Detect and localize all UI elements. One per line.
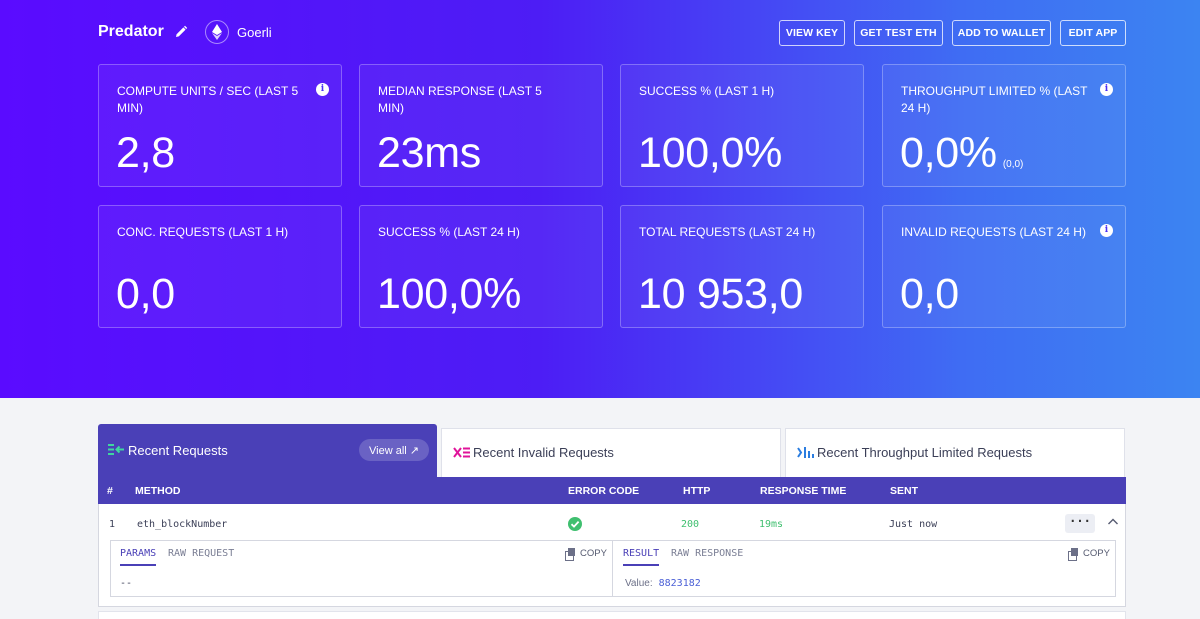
pencil-icon[interactable] bbox=[174, 25, 188, 39]
tab-label: Recent Throughput Limited Requests bbox=[817, 445, 1033, 460]
app-name: Predator bbox=[98, 23, 164, 40]
copy-response-button[interactable]: COPY bbox=[1068, 548, 1110, 561]
stat-card-throughput-limited: THROUGHPUT LIMITED % (LAST 24 H) i 0,0%(… bbox=[882, 64, 1126, 187]
recent-requests-icon bbox=[108, 444, 124, 455]
throughput-icon bbox=[797, 447, 814, 458]
stat-label: CONC. REQUESTS (LAST 1 H) bbox=[117, 225, 289, 239]
chevron-up-icon[interactable] bbox=[1107, 517, 1119, 527]
row-method: eth_blockNumber bbox=[137, 519, 228, 530]
stat-value: 2,8 bbox=[116, 129, 175, 177]
stat-label: COMPUTE UNITS / SEC (LAST 5 MIN) bbox=[117, 84, 299, 115]
row-sent: Just now bbox=[889, 519, 938, 530]
stat-value: 10 953,0 bbox=[638, 270, 803, 318]
row-http-status: 200 bbox=[681, 519, 700, 530]
stat-value: 0,0 bbox=[116, 270, 175, 318]
table-row[interactable]: 1 eth_blockNumber 200 19ms Just now ··· bbox=[99, 504, 1127, 540]
success-check-icon bbox=[568, 517, 582, 531]
copy-label: COPY bbox=[1083, 548, 1110, 559]
row-response-time: 19ms bbox=[759, 519, 784, 530]
stat-subvalue: (0,0) bbox=[1002, 159, 1024, 170]
copy-icon bbox=[565, 548, 576, 561]
invalid-requests-icon bbox=[453, 447, 470, 458]
column-http: HTTP bbox=[683, 485, 711, 497]
result-value: Value: 8823182 bbox=[625, 578, 701, 589]
copy-request-button[interactable]: COPY bbox=[565, 548, 607, 561]
stat-value: 0,0 bbox=[900, 270, 959, 318]
tab-recent-invalid-requests[interactable]: Recent Invalid Requests bbox=[441, 428, 781, 477]
ethereum-icon bbox=[205, 20, 229, 44]
result-number: 8823182 bbox=[658, 578, 701, 589]
edit-app-button[interactable]: EDIT APP bbox=[1060, 20, 1126, 46]
stats-hero: Predator Goerli VIEW KEY GET TEST ETH AD… bbox=[0, 0, 1200, 398]
column-method: METHOD bbox=[135, 485, 181, 497]
get-test-eth-button[interactable]: GET TEST ETH bbox=[854, 20, 943, 46]
stat-label: THROUGHPUT LIMITED % (LAST 24 H) bbox=[901, 84, 1088, 115]
tab-result[interactable]: RESULT bbox=[623, 548, 660, 566]
view-key-button[interactable]: VIEW KEY bbox=[779, 20, 845, 46]
stat-label: INVALID REQUESTS (LAST 24 H) bbox=[901, 225, 1086, 239]
column-error-code: ERROR CODE bbox=[568, 485, 640, 497]
stat-label: SUCCESS % (LAST 1 H) bbox=[639, 84, 775, 98]
view-all-button[interactable]: View all ↗ bbox=[359, 439, 429, 461]
copy-icon bbox=[1068, 548, 1079, 561]
stat-value: 100,0% bbox=[377, 270, 522, 318]
tab-raw-response[interactable]: RAW RESPONSE bbox=[671, 548, 743, 564]
copy-label: COPY bbox=[580, 548, 607, 559]
column-index: # bbox=[107, 485, 113, 497]
requests-table-header: # METHOD ERROR CODE HTTP RESPONSE TIME S… bbox=[98, 477, 1126, 504]
stat-value: 23ms bbox=[377, 129, 481, 177]
tab-params[interactable]: PARAMS bbox=[120, 548, 157, 566]
tab-recent-requests[interactable]: Recent Requests View all ↗ bbox=[98, 424, 437, 477]
column-response-time: RESPONSE TIME bbox=[760, 485, 847, 497]
stat-card-success-24h: SUCCESS % (LAST 24 H) 100,0% bbox=[359, 205, 603, 328]
stat-card-total-requests: TOTAL REQUESTS (LAST 24 H) 10 953,0 bbox=[620, 205, 864, 328]
info-icon[interactable]: i bbox=[316, 83, 329, 96]
tab-recent-throughput-limited-requests[interactable]: Recent Throughput Limited Requests bbox=[785, 428, 1125, 477]
stat-card-invalid-requests: INVALID REQUESTS (LAST 24 H) i 0,0 bbox=[882, 205, 1126, 328]
stat-card-success-1h: SUCCESS % (LAST 1 H) 100,0% bbox=[620, 64, 864, 187]
tab-label: Recent Requests bbox=[128, 443, 228, 458]
stat-value: 100,0% bbox=[638, 129, 783, 177]
row-index: 1 bbox=[109, 519, 116, 530]
more-options-button[interactable]: ··· bbox=[1065, 514, 1095, 533]
info-icon[interactable]: i bbox=[1100, 224, 1113, 237]
table-row-expanded: 1 eth_blockNumber 200 19ms Just now ··· … bbox=[98, 504, 1126, 607]
next-table-row[interactable] bbox=[98, 611, 1126, 619]
add-to-wallet-button[interactable]: ADD TO WALLET bbox=[952, 20, 1051, 46]
info-icon[interactable]: i bbox=[1100, 83, 1113, 96]
response-detail-panel: RESULT RAW RESPONSE COPY Value: 8823182 bbox=[612, 540, 1116, 597]
stat-card-compute-units: COMPUTE UNITS / SEC (LAST 5 MIN) i 2,8 bbox=[98, 64, 342, 187]
request-detail-panel: PARAMS RAW REQUEST COPY -- bbox=[110, 540, 613, 597]
column-sent: SENT bbox=[890, 485, 919, 497]
stat-value: 0,0% (0,0) bbox=[900, 129, 1024, 177]
stat-label: TOTAL REQUESTS (LAST 24 H) bbox=[639, 225, 816, 239]
stat-card-concurrent-requests: CONC. REQUESTS (LAST 1 H) 0,0 bbox=[98, 205, 342, 328]
network-name: Goerli bbox=[237, 25, 272, 40]
tab-label: Recent Invalid Requests bbox=[473, 445, 614, 460]
stat-label: MEDIAN RESPONSE (LAST 5 MIN) bbox=[378, 84, 542, 115]
tab-raw-request[interactable]: RAW REQUEST bbox=[168, 548, 234, 564]
params-value: -- bbox=[120, 578, 133, 589]
stat-label: SUCCESS % (LAST 24 H) bbox=[378, 225, 520, 239]
result-key: Value: bbox=[625, 578, 653, 589]
stat-card-median-response: MEDIAN RESPONSE (LAST 5 MIN) 23ms bbox=[359, 64, 603, 187]
